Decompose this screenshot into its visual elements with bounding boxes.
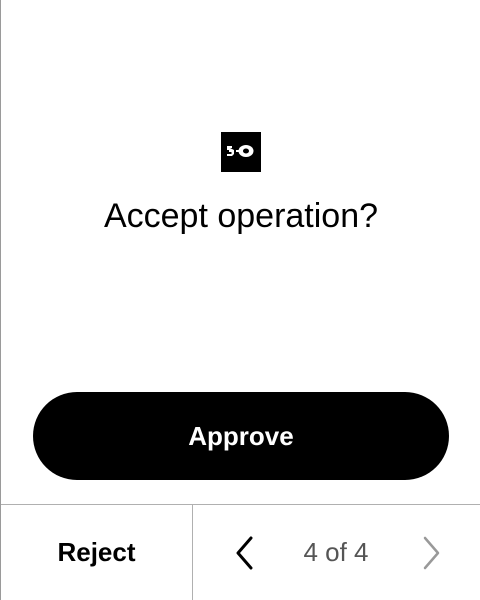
next-page-button (413, 533, 449, 573)
chevron-left-icon (236, 536, 253, 570)
previous-page-button[interactable] (227, 533, 263, 573)
reject-button[interactable]: Reject (1, 505, 193, 600)
footer-bar: Reject 4 of 4 (1, 504, 480, 600)
chevron-right-icon (423, 536, 440, 570)
approve-button-label: Approve (188, 420, 294, 451)
device-screen: Accept operation? Approve Reject 4 of 4 (0, 0, 480, 600)
reject-button-label: Reject (57, 537, 136, 567)
approve-button[interactable]: Approve (33, 392, 449, 480)
page-indicator: 4 of 4 (303, 537, 369, 567)
tezos-logo-icon (221, 132, 261, 172)
page-title: Accept operation? (103, 197, 379, 235)
